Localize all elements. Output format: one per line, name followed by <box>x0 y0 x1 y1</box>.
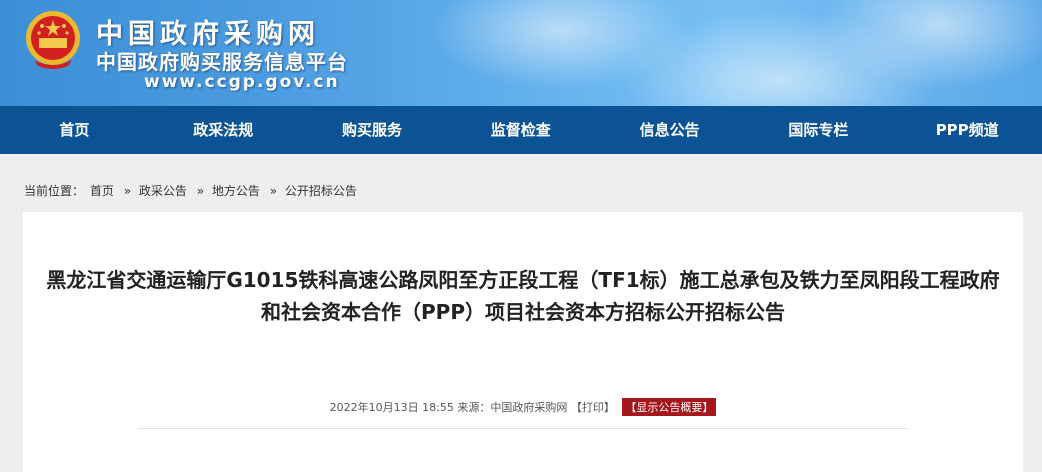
breadcrumb-local-notices[interactable]: 地方公告 <box>212 184 260 198</box>
nav-item-home[interactable]: 首页 <box>0 106 149 154</box>
nav-item-supervision[interactable]: 监督检查 <box>446 106 595 154</box>
breadcrumb-separator: » <box>196 184 205 198</box>
nav-item-ppp[interactable]: PPP频道 <box>893 106 1042 154</box>
breadcrumb-home[interactable]: 首页 <box>90 184 114 198</box>
print-link[interactable]: 【打印】 <box>571 401 615 414</box>
site-url[interactable]: www.ccgp.gov.cn <box>144 72 340 92</box>
breadcrumb-prefix: 当前位置： <box>24 184 85 198</box>
article-meta: 2022年10月13日 18:55 来源：中国政府采购网 【打印】 【显示公告概… <box>23 398 1023 416</box>
site-subtitle: 中国政府购买服务信息平台 <box>96 50 348 74</box>
breadcrumb-public-tender[interactable]: 公开招标公告 <box>285 184 357 198</box>
national-emblem-icon[interactable] <box>22 8 84 72</box>
site-header: 中国政府采购网 中国政府购买服务信息平台 www.ccgp.gov.cn <box>0 0 1042 106</box>
nav-item-purchase-services[interactable]: 购买服务 <box>298 106 447 154</box>
article-card: 黑龙江省交通运输厅G1015铁科高速公路凤阳至方正段工程（TF1标）施工总承包及… <box>23 212 1023 472</box>
breadcrumb-separator: » <box>269 184 278 198</box>
breadcrumb-procurement-notices[interactable]: 政采公告 <box>139 184 187 198</box>
publish-date: 2022年10月13日 18:55 <box>329 401 454 414</box>
breadcrumb: 当前位置： 首页 » 政采公告 » 地方公告 » 公开招标公告 <box>24 182 359 199</box>
show-summary-button[interactable]: 【显示公告概要】 <box>622 398 717 416</box>
breadcrumb-separator: » <box>123 184 132 198</box>
divider <box>138 428 908 429</box>
nav-item-international[interactable]: 国际专栏 <box>744 106 893 154</box>
source-name: 中国政府采购网 <box>490 401 568 414</box>
nav-item-regulations[interactable]: 政采法规 <box>149 106 298 154</box>
main-nav: 首页 政采法规 购买服务 监督检查 信息公告 国际专栏 PPP频道 <box>0 106 1042 154</box>
article-title: 黑龙江省交通运输厅G1015铁科高速公路凤阳至方正段工程（TF1标）施工总承包及… <box>46 268 1000 324</box>
source-label: 来源： <box>457 401 491 414</box>
nav-item-announcements[interactable]: 信息公告 <box>595 106 744 154</box>
